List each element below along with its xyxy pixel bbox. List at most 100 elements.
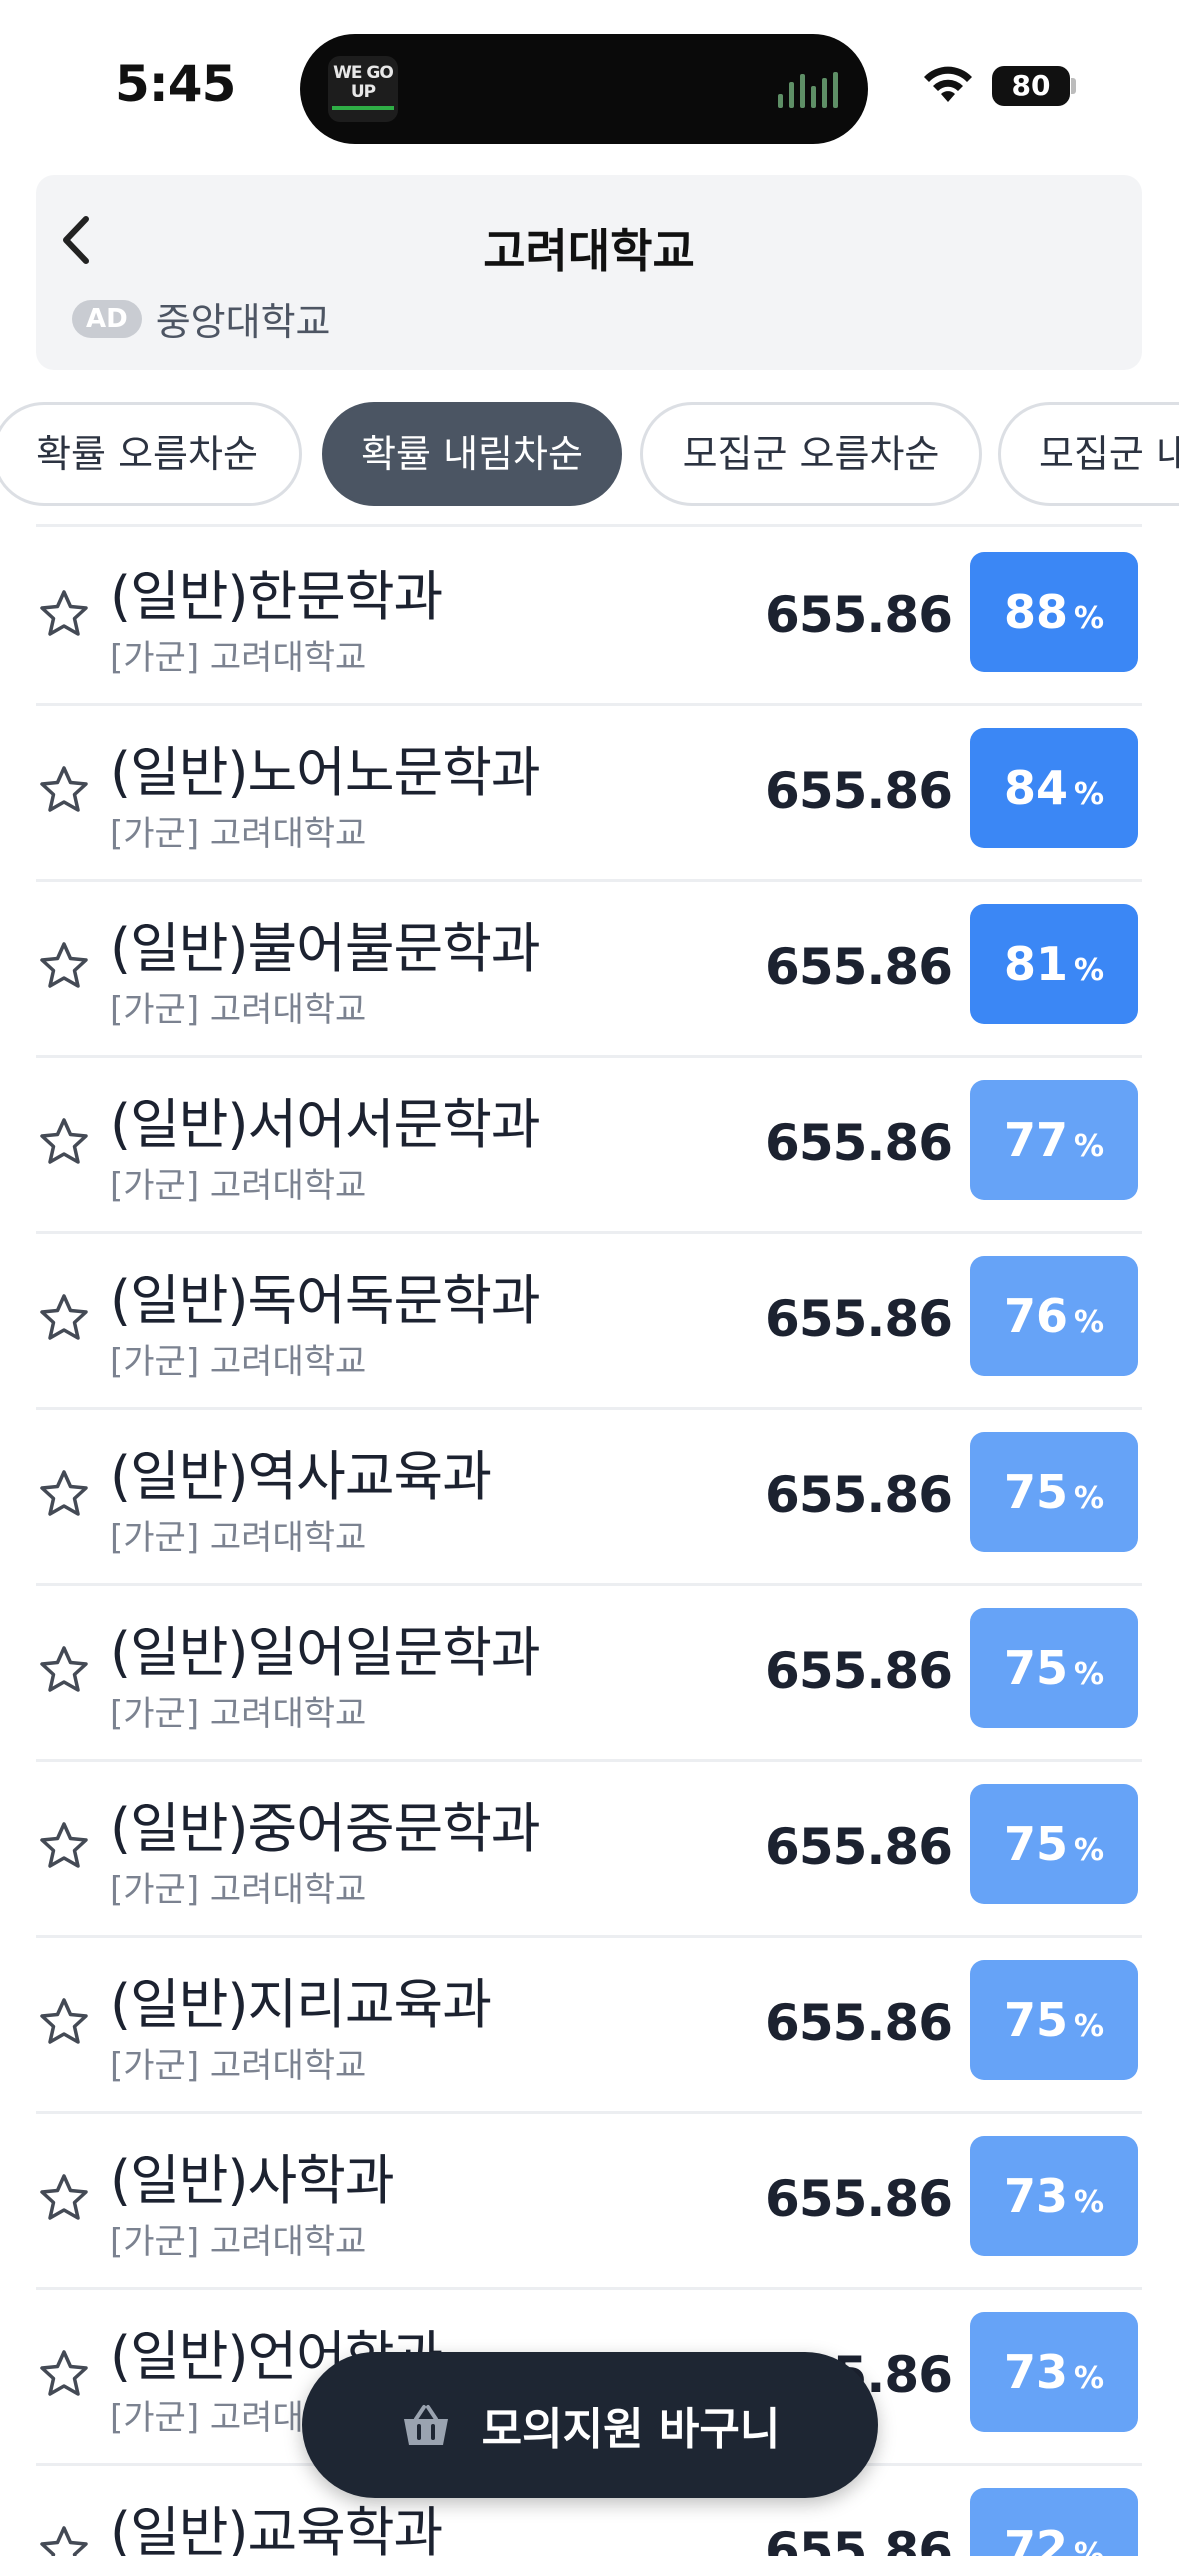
favorite-star-icon[interactable]	[36, 938, 92, 994]
probability-value: 88	[1003, 585, 1068, 639]
probability-badge: 73%	[970, 2312, 1138, 2432]
sort-group-desc-chip[interactable]: 모집군 내림차순	[998, 402, 1179, 506]
probability-badge: 84%	[970, 728, 1138, 848]
favorite-star-icon[interactable]	[36, 1994, 92, 2050]
score-value: 655.86	[765, 1642, 953, 1700]
probability-badge: 88%	[970, 552, 1138, 672]
favorite-star-icon[interactable]	[36, 2522, 92, 2556]
probability-value: 75	[1003, 1817, 1068, 1871]
score-value: 655.86	[765, 1994, 953, 2052]
probability-value: 84	[1003, 761, 1068, 815]
department-group: [가군] 고려대학교	[110, 814, 367, 854]
ad-banner[interactable]: AD 중앙대학교	[72, 291, 331, 346]
list-item[interactable]: (일반)불어불문학과 [가군] 고려대학교 655.86 81%	[36, 882, 1142, 1058]
page-title: 고려대학교	[483, 224, 695, 278]
sort-prob-asc-chip[interactable]: 확률 오름차순	[0, 402, 302, 506]
favorite-star-icon[interactable]	[36, 2170, 92, 2226]
ad-text: 중앙대학교	[155, 300, 331, 344]
probability-unit: %	[1073, 2361, 1105, 2396]
department-group: [가군] 고려대학교	[110, 638, 367, 678]
favorite-star-icon[interactable]	[36, 1818, 92, 1874]
list-item[interactable]: (일반)노어노문학과 [가군] 고려대학교 655.86 84%	[36, 706, 1142, 882]
list-item[interactable]: (일반)서어서문학과 [가군] 고려대학교 655.86 77%	[36, 1058, 1142, 1234]
probability-unit: %	[1073, 1481, 1105, 1516]
probability-value: 76	[1003, 1289, 1068, 1343]
probability-unit: %	[1073, 601, 1105, 636]
department-group: [가군] 고려대학교	[110, 2046, 367, 2086]
probability-badge: 75%	[970, 1784, 1138, 1904]
score-value: 655.86	[765, 1818, 953, 1876]
favorite-star-icon[interactable]	[36, 1290, 92, 1346]
department-name: (일반)서어서문학과	[110, 1093, 541, 1156]
battery-indicator: 80	[992, 66, 1070, 106]
department-group: [가군] 고려대학교	[110, 1166, 367, 1206]
divider	[36, 524, 1142, 527]
score-value: 655.86	[765, 1466, 953, 1524]
mock-application-basket-button[interactable]: 모의지원 바구니	[302, 2352, 878, 2498]
audio-equalizer-icon	[778, 72, 838, 108]
department-name: (일반)한문학과	[110, 565, 443, 628]
department-name: (일반)사학과	[110, 2149, 395, 2212]
favorite-star-icon[interactable]	[36, 1642, 92, 1698]
probability-value: 77	[1003, 1113, 1068, 1167]
score-value: 655.86	[765, 586, 953, 644]
sort-filter-bar: 확률 오름차순 확률 내림차순 모집군 오름차순 모집군 내림차순	[0, 402, 1179, 506]
favorite-star-icon[interactable]	[36, 1114, 92, 1170]
score-value: 655.86	[765, 2522, 953, 2556]
header: 고려대학교 AD 중앙대학교	[36, 175, 1142, 370]
basket-icon	[403, 2405, 448, 2445]
department-group: [가군] 고려대학교	[110, 2222, 367, 2262]
probability-badge: 75%	[970, 1608, 1138, 1728]
ad-badge: AD	[72, 299, 142, 338]
probability-badge: 72%	[970, 2488, 1138, 2556]
probability-unit: %	[1073, 1129, 1105, 1164]
department-group: [가군] 고려대학교	[110, 1870, 367, 1910]
probability-unit: %	[1073, 1833, 1105, 1868]
sort-group-asc-chip[interactable]: 모집군 오름차순	[640, 402, 982, 506]
dynamic-island: WE GO UP	[300, 34, 868, 144]
list-item[interactable]: (일반)일어일문학과 [가군] 고려대학교 655.86 75%	[36, 1586, 1142, 1762]
status-bar: 5:45 WE GO UP 80	[0, 0, 1179, 150]
probability-unit: %	[1073, 2009, 1105, 2044]
favorite-star-icon[interactable]	[36, 586, 92, 642]
score-value: 655.86	[765, 1114, 953, 1172]
sort-prob-desc-chip[interactable]: 확률 내림차순	[322, 402, 622, 506]
list-item[interactable]: (일반)중어중문학과 [가군] 고려대학교 655.86 75%	[36, 1762, 1142, 1938]
favorite-star-icon[interactable]	[36, 762, 92, 818]
probability-badge: 81%	[970, 904, 1138, 1024]
probability-badge: 77%	[970, 1080, 1138, 1200]
list-item[interactable]: (일반)사학과 [가군] 고려대학교 655.86 73%	[36, 2114, 1142, 2290]
probability-value: 75	[1003, 1641, 1068, 1695]
list-item[interactable]: (일반)독어독문학과 [가군] 고려대학교 655.86 76%	[36, 1234, 1142, 1410]
department-name: (일반)독어독문학과	[110, 1269, 541, 1332]
probability-value: 75	[1003, 1993, 1068, 2047]
department-group: [가군] 고려대학교	[110, 1694, 367, 1734]
department-name: (일반)중어중문학과	[110, 1797, 541, 1860]
score-value: 655.86	[765, 938, 953, 996]
department-name: (일반)불어불문학과	[110, 917, 541, 980]
department-name: (일반)역사교육과	[110, 1445, 492, 1508]
list-item[interactable]: (일반)역사교육과 [가군] 고려대학교 655.86 75%	[36, 1410, 1142, 1586]
probability-unit: %	[1073, 777, 1105, 812]
department-group: [가군] 고려대학교	[110, 1342, 367, 1382]
probability-value: 73	[1003, 2169, 1068, 2223]
probability-unit: %	[1073, 1305, 1105, 1340]
probability-badge: 76%	[970, 1256, 1138, 1376]
list-item[interactable]: (일반)지리교육과 [가군] 고려대학교 655.86 75%	[36, 1938, 1142, 2114]
list-item[interactable]: (일반)한문학과 [가군] 고려대학교 655.86 88%	[36, 530, 1142, 706]
probability-value: 72	[1003, 2521, 1068, 2556]
probability-badge: 75%	[970, 1432, 1138, 1552]
battery-level-text: 80	[1011, 69, 1051, 102]
basket-label: 모의지원 바구니	[481, 2404, 781, 2455]
favorite-star-icon[interactable]	[36, 2346, 92, 2402]
app-logo: WE GO UP	[328, 56, 398, 122]
department-name: (일반)교육학과	[110, 2501, 443, 2556]
status-time: 5:45	[115, 55, 236, 113]
score-value: 655.86	[765, 1290, 953, 1348]
probability-unit: %	[1073, 953, 1105, 988]
probability-unit: %	[1073, 2185, 1105, 2220]
probability-badge: 73%	[970, 2136, 1138, 2256]
app-logo-text: WE GO UP	[333, 63, 394, 102]
probability-unit: %	[1073, 2537, 1105, 2556]
favorite-star-icon[interactable]	[36, 1466, 92, 1522]
